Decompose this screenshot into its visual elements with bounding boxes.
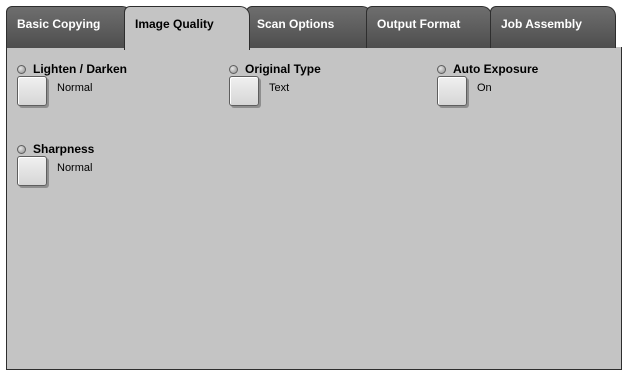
lighten-darken-button[interactable]: [17, 76, 47, 106]
feature-title-text: Auto Exposure: [453, 62, 539, 76]
original-type-value: Text: [269, 82, 290, 94]
status-led-icon: [229, 64, 238, 74]
feature-title: Original Type: [229, 62, 321, 76]
feature-title: Sharpness: [17, 142, 94, 156]
feature-title-text: Original Type: [245, 62, 321, 76]
tab-job-assembly[interactable]: Job Assembly: [490, 6, 616, 48]
status-led-icon: [17, 64, 26, 74]
status-led-icon: [17, 144, 26, 154]
tab-label: Basic Copying: [17, 17, 101, 31]
tab-strip: Basic Copying Image Quality Scan Options…: [0, 0, 628, 50]
tab-basic-copying[interactable]: Basic Copying: [6, 6, 132, 48]
sharpness-button[interactable]: [17, 156, 47, 186]
copy-screen: Basic Copying Image Quality Scan Options…: [0, 0, 628, 374]
tab-output-format[interactable]: Output Format: [366, 6, 492, 48]
original-type-button[interactable]: [229, 76, 259, 106]
tab-label: Image Quality: [135, 17, 214, 31]
status-led-icon: [437, 64, 446, 74]
feature-title-text: Lighten / Darken: [33, 62, 128, 76]
tab-label: Output Format: [377, 17, 461, 31]
tab-label: Scan Options: [257, 17, 335, 31]
feature-title: Auto Exposure: [437, 62, 538, 76]
tab-scan-options[interactable]: Scan Options: [246, 6, 372, 48]
auto-exposure-value: On: [477, 82, 492, 94]
auto-exposure-button[interactable]: [437, 76, 467, 106]
lighten-darken-value: Normal: [57, 82, 93, 94]
tab-label: Job Assembly: [501, 17, 582, 31]
feature-title: Lighten / Darken: [17, 62, 127, 76]
feature-title-text: Sharpness: [33, 142, 95, 156]
sharpness-value: Normal: [57, 162, 93, 174]
image-quality-panel: Lighten / Darken Normal Original Type Te…: [6, 47, 622, 370]
tab-image-quality[interactable]: Image Quality: [124, 6, 250, 50]
